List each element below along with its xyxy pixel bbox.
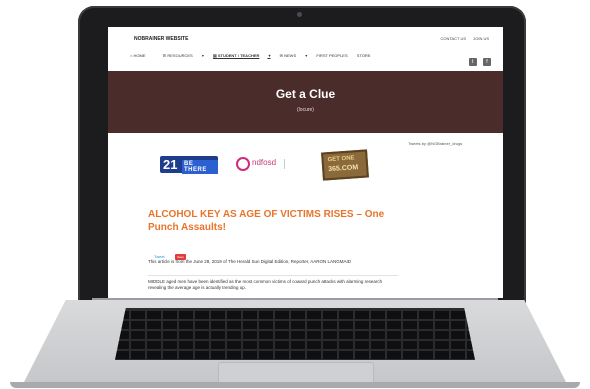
nav-news[interactable]: ✉ NEWS ▾	[280, 53, 308, 58]
nofasd-circle-icon	[236, 157, 250, 171]
nav-resources[interactable]: ☰ RESOURCES ▾	[163, 53, 204, 58]
site-header: NOBRAINER WEBSITE CONTACT US JOIN US ⌂ H…	[108, 27, 503, 71]
page-title: Get a Clue	[275, 87, 336, 101]
nav-store[interactable]: STORE	[357, 53, 371, 58]
article-paragraph-2: MIDDLE aged men have been identified as …	[148, 279, 383, 290]
get-one-logo[interactable]: GET ONE 365.COM	[321, 149, 369, 181]
logo2-divider	[284, 159, 305, 169]
twitter-feed-link[interactable]: Tweets by @NOBrainer_drugs	[408, 141, 462, 146]
key-row	[115, 321, 475, 329]
twitter-icon[interactable]: t	[468, 58, 477, 66]
nav-news-label: NEWS	[284, 53, 297, 58]
logo1-number: 21	[163, 157, 178, 172]
nav-home[interactable]: ⌂ HOME	[130, 53, 154, 58]
laptop-frame: NOBRAINER WEBSITE CONTACT US JOIN US ⌂ H…	[0, 0, 590, 389]
nav-first-peoples[interactable]: FIRST PEOPLES	[316, 53, 347, 58]
key-row	[115, 341, 475, 349]
main-nav: ⌂ HOME ☰ RESOURCES ▾ ▤ STUDENT / TEACHER…	[130, 53, 379, 58]
nav-student-teacher-label: STUDENT / TEACHER	[217, 53, 260, 58]
camera-icon	[297, 12, 302, 17]
social-links: t f	[467, 50, 491, 68]
keyboard	[115, 308, 475, 360]
nav-student-teacher[interactable]: ▤ STUDENT / TEACHER ▾	[213, 53, 271, 58]
key-row	[115, 331, 475, 339]
join-us-link[interactable]: JOIN US	[473, 36, 489, 41]
key-row	[115, 311, 475, 319]
logo1-text: BE THERE	[182, 160, 218, 174]
laptop-front-edge	[10, 382, 580, 388]
21-be-there-logo[interactable]: 21 BE THERE	[160, 156, 218, 174]
logo2-text: ndfosd	[252, 158, 277, 167]
article-title[interactable]: ALCOHOL KEY AS AGE OF VICTIMS RISES – On…	[148, 208, 398, 234]
site-title[interactable]: NOBRAINER WEBSITE	[134, 36, 188, 42]
nav-home-label: HOME	[133, 53, 146, 58]
hero-banner: Get a Clue (locure)	[108, 71, 503, 133]
nofasd-logo[interactable]: ndfosd	[236, 155, 308, 175]
article-paragraph-1: This article is from the June 28, 2019 o…	[148, 259, 352, 264]
logo3-line2: 365.COM	[328, 164, 359, 174]
partner-logos: 21 BE THERE ndfosd GET ONE 365.COM	[160, 149, 400, 181]
browser-screen: NOBRAINER WEBSITE CONTACT US JOIN US ⌂ H…	[108, 27, 503, 298]
page-subtitle: (locure)	[297, 107, 314, 113]
logo3-line1: GET ONE	[327, 155, 355, 164]
facebook-icon[interactable]: f	[483, 58, 491, 66]
key-row	[115, 351, 475, 359]
contact-us-link[interactable]: CONTACT US	[440, 36, 466, 41]
divider	[148, 275, 398, 276]
top-links: CONTACT US JOIN US	[434, 36, 489, 41]
nav-resources-label: RESOURCES	[167, 53, 193, 58]
